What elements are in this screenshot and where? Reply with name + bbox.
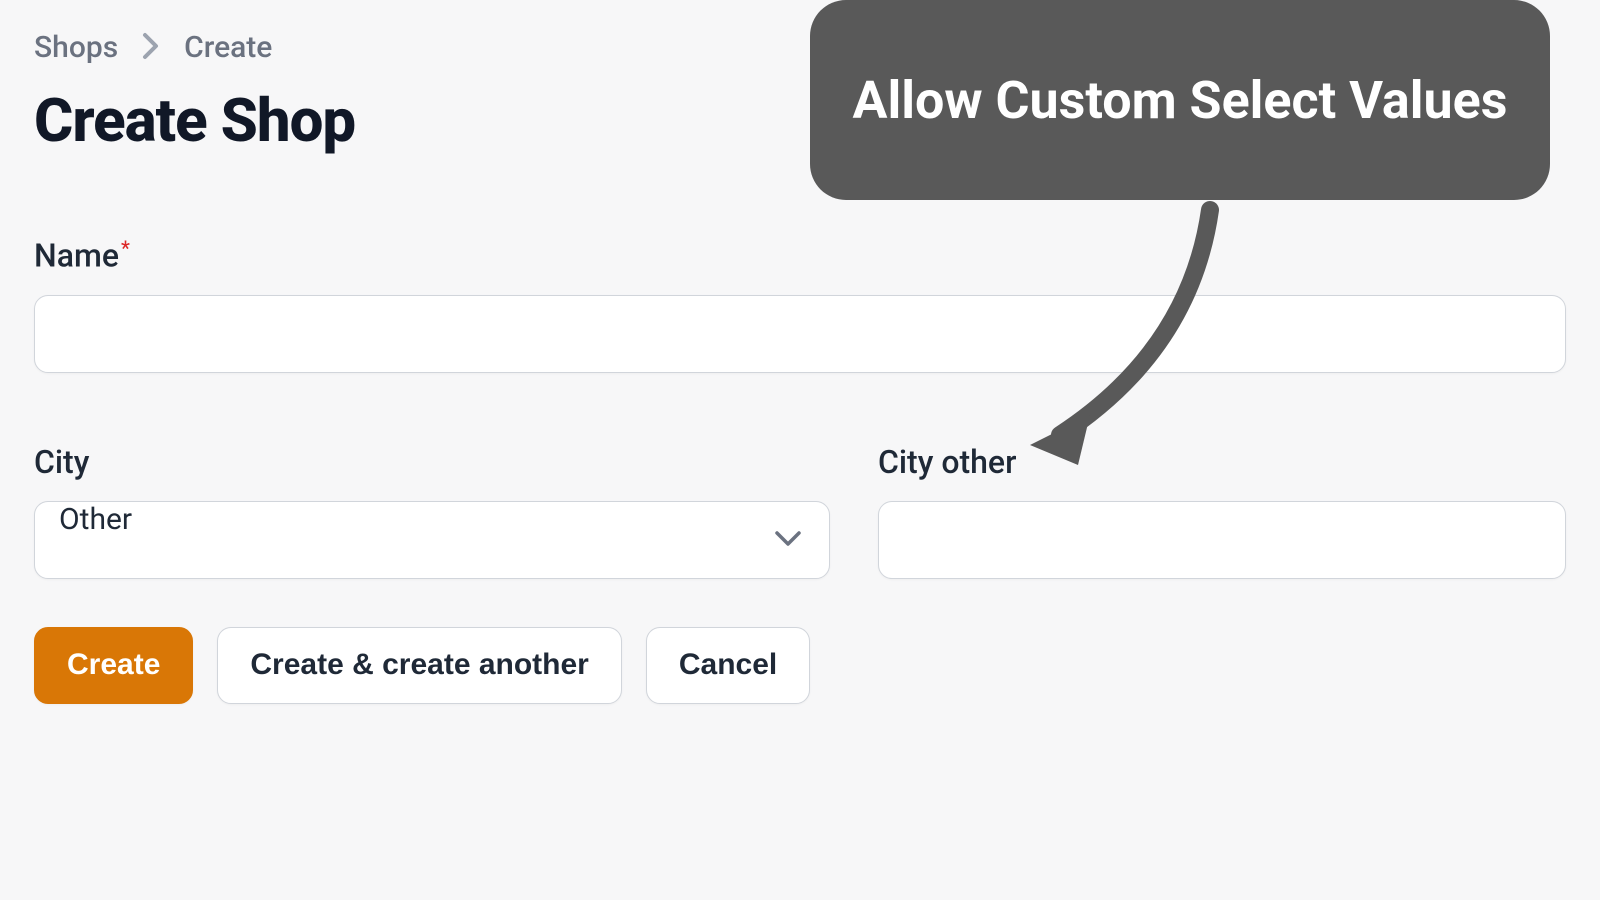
city-select[interactable]: Other xyxy=(34,501,830,579)
callout-banner: Allow Custom Select Values xyxy=(810,0,1550,200)
cancel-button[interactable]: Cancel xyxy=(646,627,810,704)
button-row: Create Create & create another Cancel xyxy=(34,627,1566,704)
required-asterisk: * xyxy=(121,236,130,260)
city-label: City xyxy=(34,443,830,481)
city-other-input[interactable] xyxy=(878,501,1566,579)
create-another-button[interactable]: Create & create another xyxy=(217,627,621,704)
chevron-right-icon xyxy=(142,32,160,64)
form-group-name: Name* xyxy=(34,236,1566,373)
create-button[interactable]: Create xyxy=(34,627,193,704)
breadcrumb-current: Create xyxy=(184,30,272,65)
name-label-text: Name xyxy=(34,237,119,275)
name-label: Name* xyxy=(34,236,1566,275)
city-other-label: City other xyxy=(878,443,1566,481)
callout-text: Allow Custom Select Values xyxy=(853,68,1508,133)
breadcrumb-shops-link[interactable]: Shops xyxy=(34,30,118,65)
name-input[interactable] xyxy=(34,295,1566,373)
